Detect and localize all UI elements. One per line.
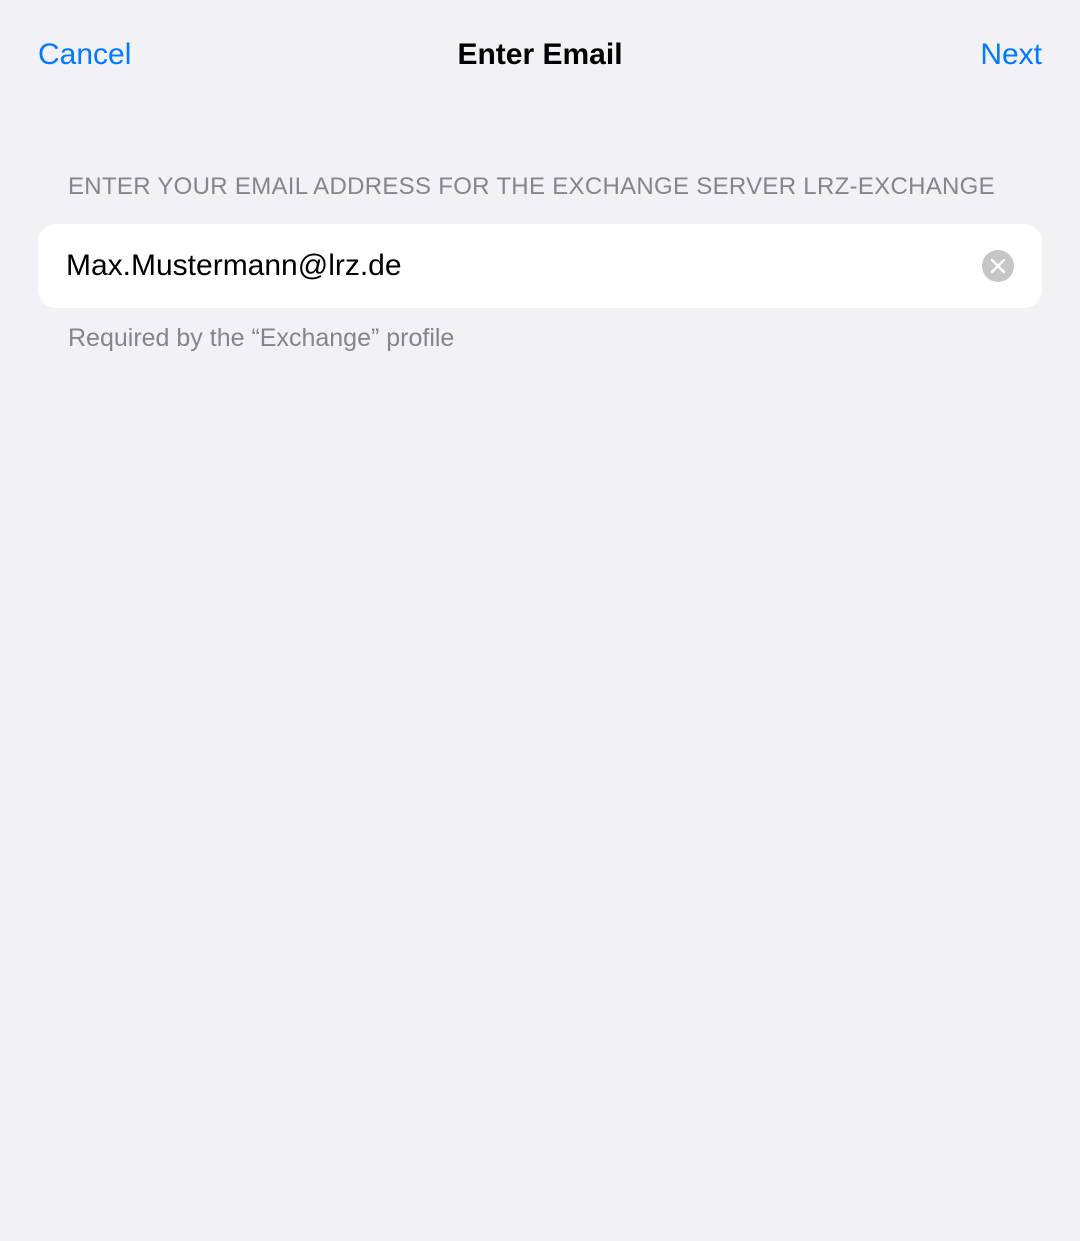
modal-content: ENTER YOUR EMAIL ADDRESS FOR THE EXCHANG… bbox=[0, 82, 1080, 353]
enter-email-modal: Cancel Enter Email Next ENTER YOUR EMAIL… bbox=[0, 0, 1080, 1241]
close-icon bbox=[991, 259, 1005, 273]
email-input-row bbox=[38, 224, 1042, 308]
section-header-label: ENTER YOUR EMAIL ADDRESS FOR THE EXCHANG… bbox=[38, 170, 1042, 216]
modal-header: Cancel Enter Email Next bbox=[0, 0, 1080, 82]
section-footer-label: Required by the “Exchange” profile bbox=[38, 308, 1042, 353]
modal-title: Enter Email bbox=[457, 38, 622, 71]
cancel-button[interactable]: Cancel bbox=[38, 38, 131, 72]
clear-input-button[interactable] bbox=[982, 250, 1014, 282]
next-button[interactable]: Next bbox=[980, 38, 1042, 72]
email-field[interactable] bbox=[66, 249, 982, 283]
